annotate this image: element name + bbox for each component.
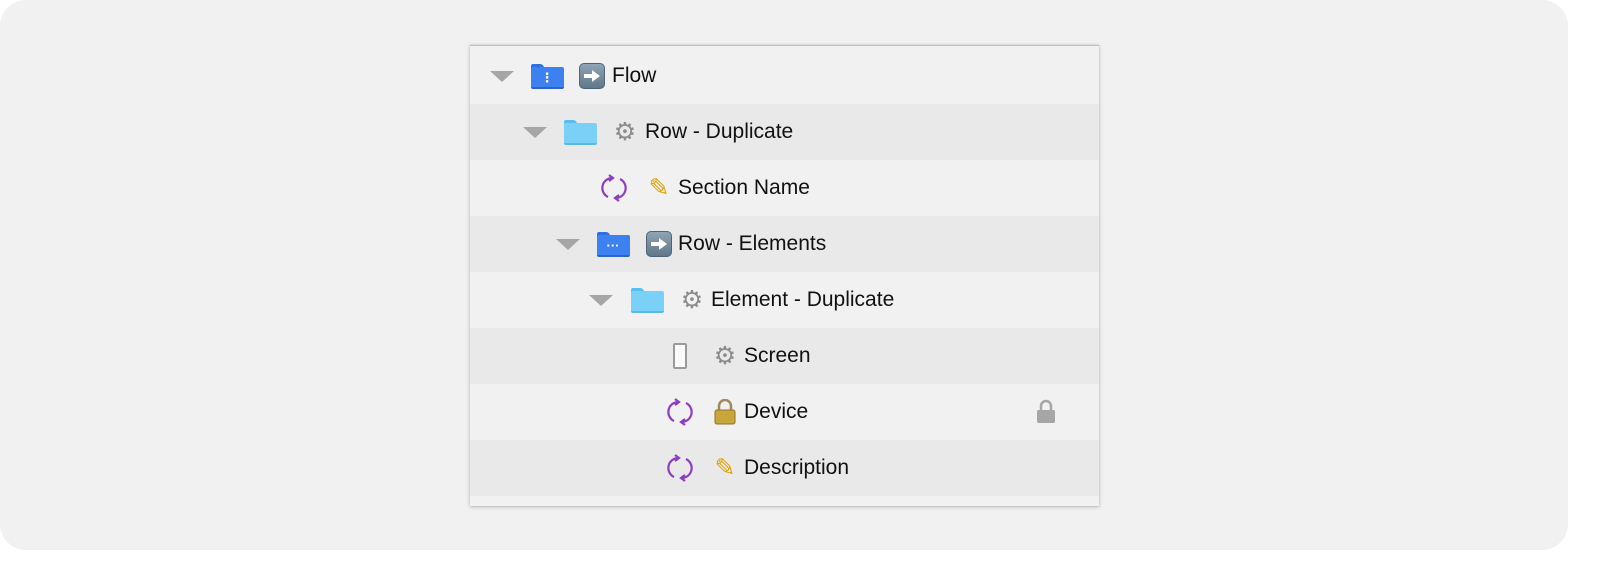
row-label: Device xyxy=(744,400,809,423)
disclosure-triangle-icon[interactable] xyxy=(521,104,549,160)
disclosure-triangle-icon[interactable] xyxy=(554,216,582,272)
pencil-icon: ✎ xyxy=(714,454,736,482)
sync-icon xyxy=(598,160,630,216)
row-label: Screen xyxy=(744,344,811,367)
tree-row-description[interactable]: ✎ Description xyxy=(470,440,1099,496)
right-arrow-icon xyxy=(577,48,607,104)
lock-icon xyxy=(710,384,740,440)
sync-icon xyxy=(664,384,696,440)
right-arrow-icon xyxy=(644,216,674,272)
tree-row-section-name[interactable]: ✎ Section Name xyxy=(470,160,1099,216)
tree-row-row-elements[interactable]: ··· Row - Elements xyxy=(470,216,1099,272)
row-label: Row - Duplicate xyxy=(645,120,794,143)
light-blue-folder-icon xyxy=(630,272,664,328)
phone-outline-icon xyxy=(667,328,693,384)
disclosure-triangle-icon[interactable] xyxy=(587,272,615,328)
row-label: Row - Elements xyxy=(678,232,827,255)
row-label: Element - Duplicate xyxy=(711,288,895,311)
pencil-icon: ✎ xyxy=(648,174,670,202)
row-label: Description xyxy=(744,456,850,479)
tree-row-element-duplicate[interactable]: ⚙ Element - Duplicate xyxy=(470,272,1099,328)
tree-row-row-duplicate[interactable]: ⚙ Row - Duplicate xyxy=(470,104,1099,160)
disclosure-triangle-icon[interactable] xyxy=(488,48,516,104)
blue-folder-icon: ⋮ xyxy=(530,48,564,104)
sync-icon xyxy=(664,440,696,496)
outline-panel: ⋮ Flow ⚙ Row - Duplicate ✎ Section Name xyxy=(470,45,1099,506)
tree-row-flow[interactable]: ⋮ Flow xyxy=(470,48,1099,104)
light-blue-folder-icon xyxy=(563,104,597,160)
gear-icon: ⚙ xyxy=(613,118,637,146)
gear-icon: ⚙ xyxy=(680,286,704,314)
tree-row-device[interactable]: Device xyxy=(470,384,1099,440)
gear-icon: ⚙ xyxy=(713,342,737,370)
blue-folder-icon: ··· xyxy=(596,216,630,272)
lock-icon[interactable] xyxy=(1035,384,1057,440)
tree-row-screen[interactable]: ⚙ Screen xyxy=(470,328,1099,384)
row-label: Flow xyxy=(612,64,657,87)
row-label: Section Name xyxy=(678,176,810,199)
